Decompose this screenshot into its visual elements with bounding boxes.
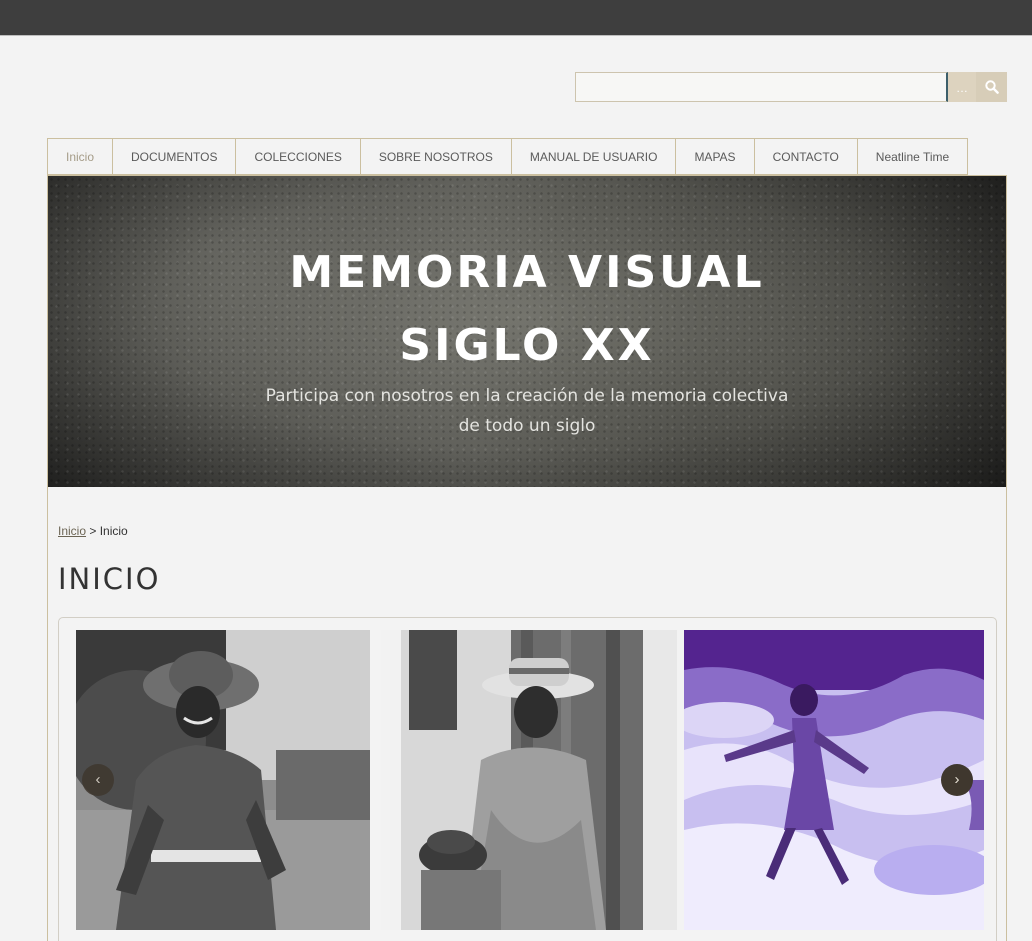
carousel-prev-button[interactable]: ‹ <box>82 764 114 796</box>
hero-banner: MEMORIA VISUAL SIGLO XX Participa con no… <box>48 176 1006 487</box>
content-area: MEMORIA VISUAL SIGLO XX Participa con no… <box>47 175 1007 941</box>
nav-item-documentos[interactable]: DOCUMENTOS <box>112 138 236 175</box>
search-icon <box>985 80 999 94</box>
nav-item-sobre-nosotros[interactable]: SOBRE NOSOTROS <box>359 138 511 175</box>
carousel-slide-man-straw-hat[interactable] <box>381 630 677 930</box>
hero-title-line1: MEMORIA VISUAL <box>289 247 765 298</box>
carousel-next-button[interactable]: › <box>941 764 973 796</box>
breadcrumb-separator: > <box>86 524 100 538</box>
nav-item-mapas[interactable]: MAPAS <box>675 138 754 175</box>
advanced-search-button[interactable]: … <box>948 72 976 102</box>
search-button[interactable] <box>976 72 1007 102</box>
nav-item-colecciones[interactable]: COLECCIONES <box>235 138 360 175</box>
search-input[interactable] <box>575 72 948 102</box>
search-form: … <box>575 72 1007 102</box>
nav-item-manual-de-usuario[interactable]: MANUAL DE USUARIO <box>510 138 676 175</box>
breadcrumb: Inicio > Inicio <box>58 524 128 538</box>
carousel-slide-woman-hat[interactable] <box>76 630 370 930</box>
hero-subtitle-line1: Participa con nosotros en la creación de… <box>265 386 789 406</box>
breadcrumb-current: Inicio <box>99 524 128 538</box>
main-nav: Inicio DOCUMENTOS COLECCIONES SOBRE NOSO… <box>47 138 969 175</box>
page-title: INICIO <box>58 562 161 596</box>
image-carousel: ‹ › <box>58 617 997 941</box>
top-bar <box>0 0 1032 36</box>
hero-subtitle-line2: de todo un siglo <box>458 416 596 436</box>
carousel-slide-woman-waves[interactable] <box>684 630 984 930</box>
nav-item-neatline-time[interactable]: Neatline Time <box>856 138 969 175</box>
hero-title-line2: SIGLO XX <box>399 320 655 371</box>
breadcrumb-link-inicio[interactable]: Inicio <box>58 524 86 538</box>
nav-item-contacto[interactable]: CONTACTO <box>753 138 857 175</box>
nav-item-inicio[interactable]: Inicio <box>47 138 113 175</box>
